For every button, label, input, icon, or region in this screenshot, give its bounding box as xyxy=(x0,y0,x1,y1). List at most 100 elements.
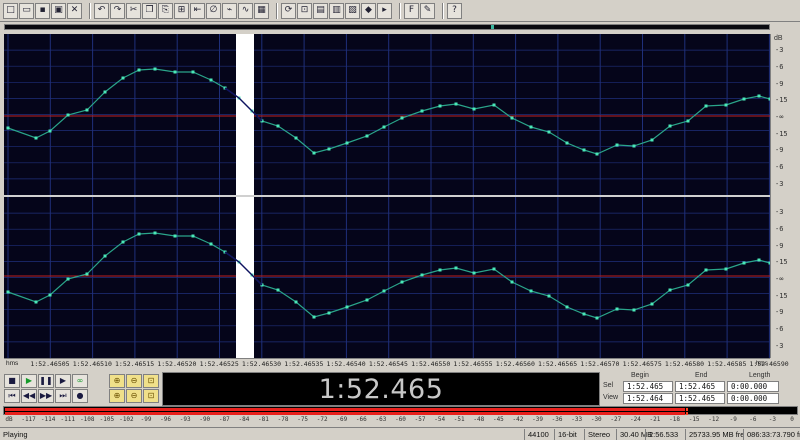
sample-point xyxy=(757,94,761,98)
sample-point xyxy=(704,268,708,272)
toolbar-group: □ ▭ ▪ ▣ ✕ xyxy=(3,2,83,19)
toolbar-group: F ✎ xyxy=(404,2,436,19)
sample-point xyxy=(276,124,280,128)
help-icon[interactable]: ? xyxy=(447,2,462,19)
view-end-field[interactable]: 1:52.465 xyxy=(675,393,725,404)
record-button[interactable]: ● xyxy=(72,389,88,403)
db-tick-label: -9 xyxy=(775,241,784,250)
zoom-out-button[interactable]: ⊖ xyxy=(126,374,142,388)
trim-icon[interactable]: ⇤ xyxy=(190,2,205,19)
sel-end-field[interactable]: 1:52.465 xyxy=(675,381,725,392)
db-tick-label: -∞ xyxy=(775,275,784,283)
sample-point xyxy=(345,305,349,309)
channel-divider[interactable] xyxy=(4,195,770,197)
fast-forward-button[interactable]: ▶▶ xyxy=(38,389,54,403)
zoom-out-vertical-button[interactable]: ⊖ xyxy=(126,389,142,403)
overview-strip[interactable] xyxy=(4,24,770,30)
rewind-button[interactable]: ◀◀ xyxy=(21,389,37,403)
marker-icon[interactable]: ◆ xyxy=(361,2,376,19)
time-ruler-label: 1:52.46525 xyxy=(199,360,239,368)
zoom-in-vertical-button[interactable]: ⊕ xyxy=(109,389,125,403)
fit-icon[interactable]: ⊡ xyxy=(297,2,312,19)
audio-editor-window: □ ▭ ▪ ▣ ✕ ↶ ↷ ✂ ❐ ⎘ ⊞ ⇤ ∅ ⌁ ∿ ▦ ⟳ ⊡ ▤ ▥ ▧ ◆ ▸ F ✎? dB -3 -6 -9 -15-… xyxy=(0,0,800,440)
view-length-field[interactable]: 0:00.000 xyxy=(727,393,779,404)
sample-point xyxy=(582,312,586,316)
meter-scale-label: -3 xyxy=(768,416,777,423)
open-folder-icon[interactable]: ▭ xyxy=(19,2,34,19)
stop-button[interactable]: ■ xyxy=(4,374,20,388)
status-bit-depth[interactable]: 16-bit xyxy=(554,429,584,440)
go-to-end-button[interactable]: ⏭ xyxy=(55,389,71,403)
db-tick-label: -9 xyxy=(775,146,784,155)
sample-point xyxy=(48,129,52,133)
waveform-display[interactable] xyxy=(4,34,770,358)
go-to-start-button[interactable]: ⏮ xyxy=(4,389,20,403)
zoom-in-button[interactable]: ⊕ xyxy=(109,374,125,388)
meter-scale-label: -96 xyxy=(160,416,172,423)
sel-length-field[interactable]: 0:00.000 xyxy=(727,381,779,392)
sample-point xyxy=(686,119,690,123)
meter-scale-label: -36 xyxy=(551,416,563,423)
toolbar-group: ? xyxy=(447,2,463,19)
overview-position-marker[interactable] xyxy=(491,25,494,29)
sample-point xyxy=(365,298,369,302)
waveform-icon[interactable]: ∿ xyxy=(238,2,253,19)
new-file-icon[interactable]: □ xyxy=(3,2,18,19)
toolbar-separator xyxy=(399,2,401,19)
close-file-icon[interactable]: ✕ xyxy=(67,2,82,19)
undo-icon[interactable]: ↶ xyxy=(94,2,109,19)
redo-icon[interactable]: ↷ xyxy=(110,2,125,19)
db-tick-label: -9 xyxy=(775,79,784,88)
spectral-icon[interactable]: ▦ xyxy=(254,2,269,19)
status-sample-rate[interactable]: 44100 xyxy=(524,429,554,440)
silence-icon[interactable]: ∅ xyxy=(206,2,221,19)
time-ruler-label: 1:52.46590 xyxy=(749,360,789,368)
meter-scale-label: -72 xyxy=(316,416,328,423)
sample-point xyxy=(400,116,404,120)
time-ruler-label: 1:52.46555 xyxy=(453,360,493,368)
sample-point xyxy=(492,267,496,271)
cue-icon[interactable]: ▸ xyxy=(377,2,392,19)
loop-play-button[interactable]: ∞ xyxy=(72,374,88,388)
fx-icon[interactable]: F xyxy=(404,2,419,19)
loop-mode-icon[interactable]: ⟳ xyxy=(281,2,296,19)
zoom-selection-button[interactable]: ⊡ xyxy=(143,389,159,403)
db-tick-label: -3 xyxy=(775,208,784,217)
sample-point xyxy=(472,107,476,111)
sample-point xyxy=(595,316,599,320)
snap-icon[interactable]: ⌁ xyxy=(222,2,237,19)
save-as-icon[interactable]: ▣ xyxy=(51,2,66,19)
zoom-full-button[interactable]: ⊡ xyxy=(143,374,159,388)
edit-tool-icon[interactable]: ✎ xyxy=(420,2,435,19)
meter-scale-label: -6 xyxy=(749,416,757,423)
sel-begin-field[interactable]: 1:52.465 xyxy=(623,381,673,392)
sample-point xyxy=(724,103,728,107)
meter-scale-label: -42 xyxy=(512,416,524,423)
sample-point xyxy=(121,76,125,80)
status-state: Playing xyxy=(3,430,28,439)
cut-icon[interactable]: ✂ xyxy=(126,2,141,19)
db-tick-label: -3 xyxy=(775,46,784,55)
length-header: Length xyxy=(749,372,771,379)
paste-icon[interactable]: ⎘ xyxy=(158,2,173,19)
meter-scale-label: -24 xyxy=(629,416,641,423)
pause-button[interactable]: ❚❚ xyxy=(38,374,54,388)
grid-icon[interactable]: ▤ xyxy=(313,2,328,19)
sample-point xyxy=(650,302,654,306)
time-ruler[interactable]: hms hms 1:52.46505 1:52.46510 1:52.46515 1:… xyxy=(4,358,789,370)
meter-scale-label: -60 xyxy=(395,416,406,423)
copy-icon[interactable]: ❐ xyxy=(142,2,157,19)
sample-point xyxy=(510,280,514,284)
view-begin-field[interactable]: 1:52.464 xyxy=(623,393,673,404)
mix-paste-icon[interactable]: ⊞ xyxy=(174,2,189,19)
play-button[interactable]: ▶ xyxy=(21,374,37,388)
play-to-end-button[interactable]: ▶ xyxy=(55,374,71,388)
status-channels[interactable]: Stereo xyxy=(584,429,616,440)
time-ruler-label: 1:52.46580 xyxy=(664,360,705,368)
save-icon[interactable]: ▪ xyxy=(35,2,50,19)
view-row-label: View xyxy=(603,394,619,401)
view-icon[interactable]: ▧ xyxy=(345,2,360,19)
sample-point xyxy=(153,67,157,71)
sample-point xyxy=(103,90,107,94)
select-all-icon[interactable]: ▥ xyxy=(329,2,344,19)
